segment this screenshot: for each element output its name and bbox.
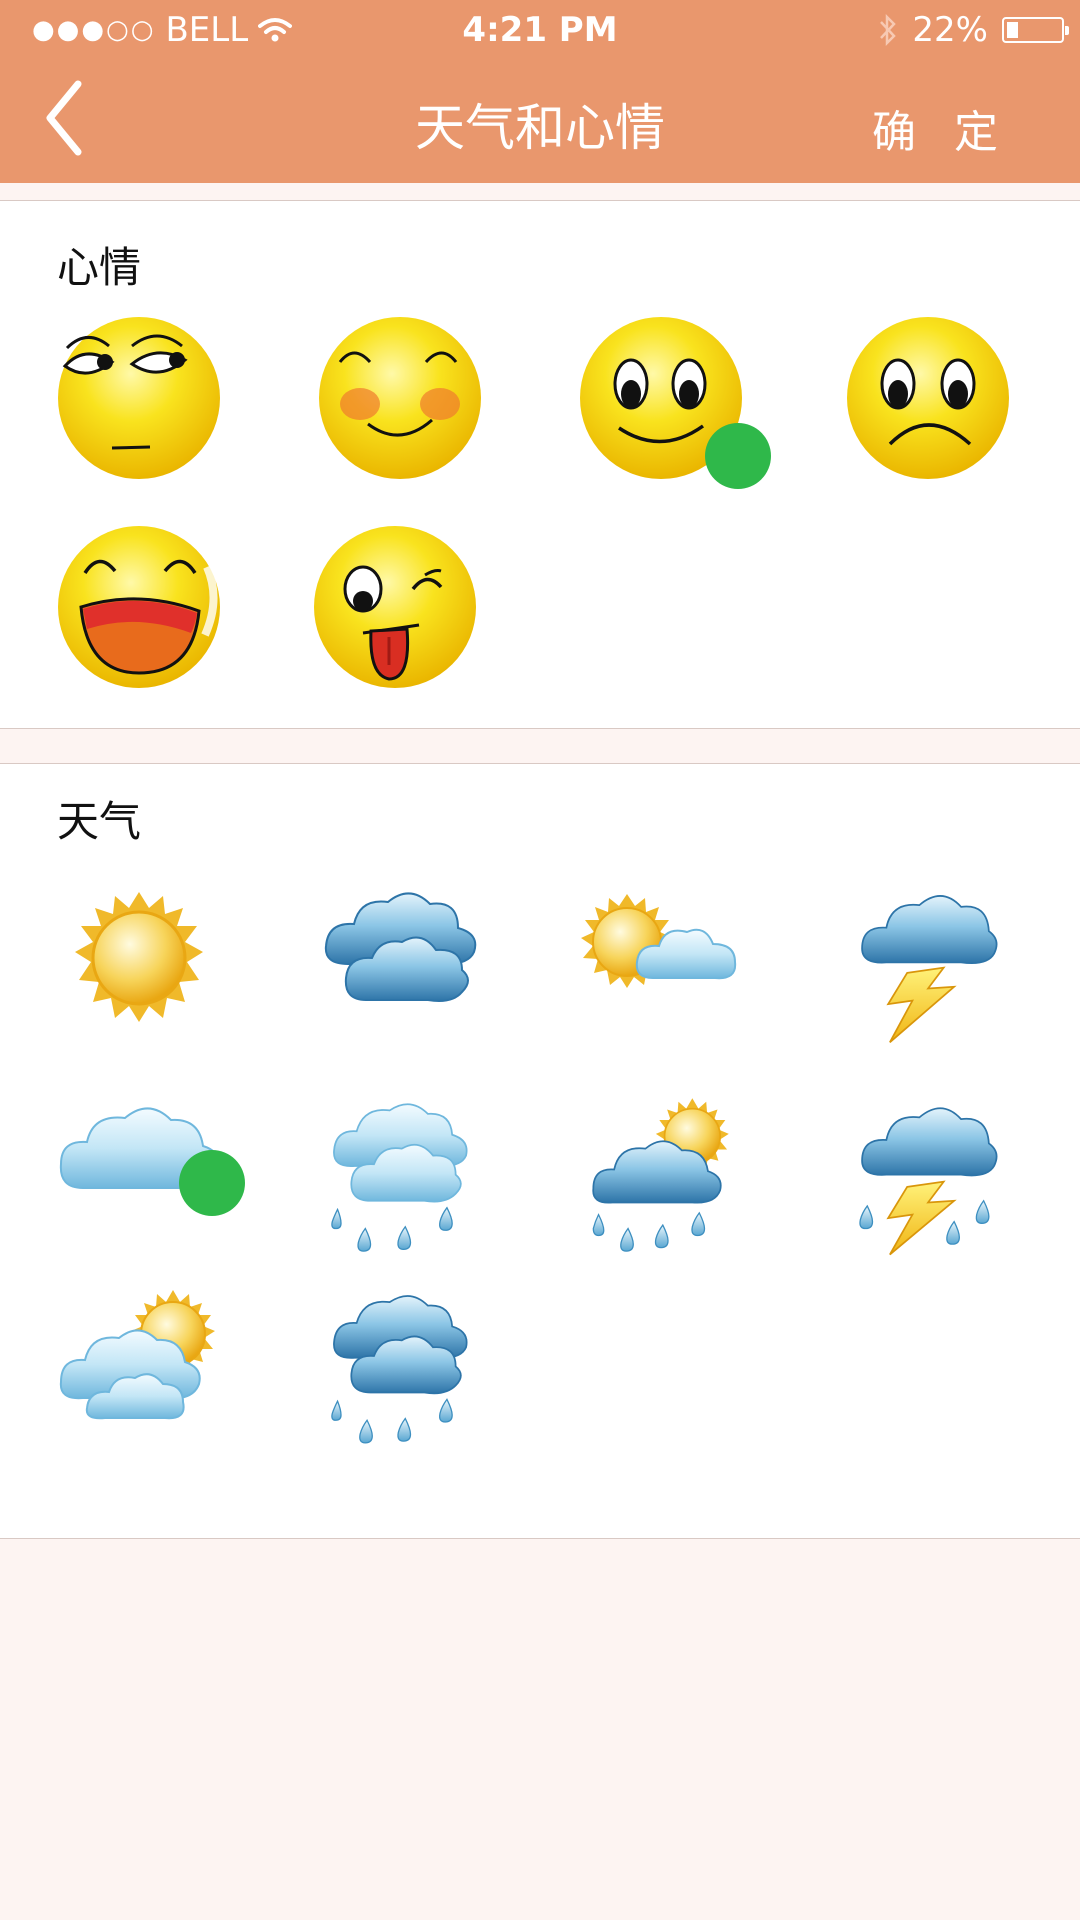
heavy-rain-icon: [331, 1295, 468, 1444]
header-bar: ●●●○○ BELL 4:21 PM 22% 天气和心情 确 定: [0, 0, 1080, 183]
weather-option-partly-cloudy[interactable]: [579, 886, 744, 1051]
weather-option-thunderstorm-rain[interactable]: [846, 1100, 1011, 1265]
mood-option-wink-tongue[interactable]: [313, 525, 478, 690]
laughing-face-icon: [58, 526, 220, 688]
thunder-icon: [861, 895, 998, 1043]
rain-icon: [331, 1103, 468, 1252]
mood-option-sad[interactable]: [846, 316, 1011, 481]
mood-section-title: 心情: [57, 243, 142, 292]
weather-option-rain[interactable]: [318, 1100, 483, 1265]
selected-check-icon: [705, 423, 839, 547]
overcast-icon: [324, 892, 477, 1002]
battery-percent: 22%: [912, 10, 988, 50]
sad-face-icon: [847, 317, 1009, 479]
partly-cloudy-icon: [581, 894, 737, 988]
mood-panel: 心情: [0, 200, 1080, 729]
sunny-icon: [75, 892, 203, 1022]
blush-face-icon: [319, 317, 481, 479]
meh-face-icon: [58, 317, 220, 479]
weather-option-thunder[interactable]: [846, 886, 1011, 1051]
status-bar: ●●●○○ BELL 4:21 PM 22%: [0, 0, 1080, 62]
weather-option-sunny[interactable]: [57, 886, 222, 1051]
sun-shower-icon: [592, 1098, 729, 1252]
bluetooth-icon: [880, 13, 897, 47]
mood-option-meh[interactable]: [57, 316, 222, 481]
mood-option-smile[interactable]: [579, 316, 839, 547]
weather-section-title: 天气: [57, 797, 142, 846]
battery-icon: [1002, 17, 1069, 43]
confirm-button[interactable]: 确 定: [872, 96, 1010, 160]
weather-option-cloudy[interactable]: [57, 1100, 313, 1274]
mood-option-laughing[interactable]: [57, 525, 222, 690]
thunderstorm-rain-icon: [859, 1107, 998, 1256]
mood-option-blush[interactable]: [318, 316, 483, 481]
weather-option-heavy-rain[interactable]: [318, 1290, 483, 1455]
weather-panel: 天气: [0, 763, 1080, 1539]
sun-behind-cloud-icon: [59, 1290, 215, 1420]
weather-option-overcast[interactable]: [318, 886, 483, 1051]
selected-check-icon: [179, 1150, 313, 1274]
weather-option-sun-behind-cloud[interactable]: [57, 1290, 222, 1455]
weather-option-sun-shower[interactable]: [579, 1098, 744, 1265]
wink-tongue-face-icon: [314, 526, 476, 688]
